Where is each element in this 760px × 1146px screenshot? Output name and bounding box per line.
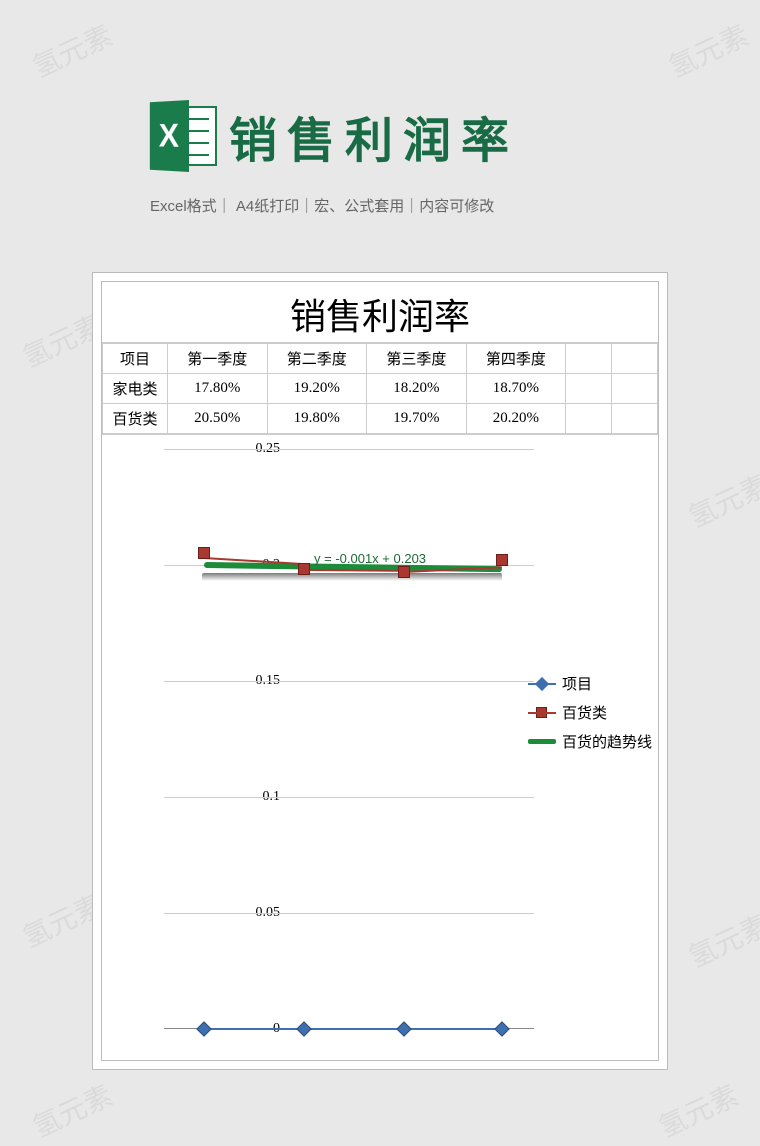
trend-equation: y = -0.001x + 0.203 xyxy=(314,551,426,566)
excel-icon: X xyxy=(145,100,217,172)
empty-cell xyxy=(612,344,658,374)
page-title: 销售利润率 xyxy=(229,101,519,171)
data-marker xyxy=(496,554,508,566)
empty-cell xyxy=(566,374,612,404)
col-header: 第一季度 xyxy=(168,344,268,374)
chart-legend: 项目 百货类 百货的趋势线 xyxy=(528,665,652,760)
series-line xyxy=(204,1028,502,1030)
page-header: X 销售利润率 xyxy=(145,100,519,172)
excel-icon-letter: X xyxy=(150,100,189,172)
data-marker xyxy=(296,1021,312,1037)
watermark: 氢元素 xyxy=(25,14,118,86)
legend-item: 项目 xyxy=(528,673,652,694)
cell: 20.50% xyxy=(168,404,268,434)
watermark: 氢元素 xyxy=(681,464,760,536)
watermark: 氢元素 xyxy=(681,904,760,976)
cell: 18.70% xyxy=(466,374,566,404)
watermark: 氢元素 xyxy=(661,14,754,86)
cell: 18.20% xyxy=(367,374,467,404)
cell: 19.70% xyxy=(367,404,467,434)
legend-label: 百货类 xyxy=(562,702,607,723)
empty-cell xyxy=(612,374,658,404)
page-subtitle: Excel格式｜ A4纸打印｜宏、公式套用｜内容可修改 xyxy=(150,195,494,216)
series-line xyxy=(304,569,404,572)
table-header-row: 项目 第一季度 第二季度 第三季度 第四季度 xyxy=(103,344,658,374)
col-header: 项目 xyxy=(103,344,168,374)
table-row: 家电类 17.80% 19.20% 18.20% 18.70% xyxy=(103,374,658,404)
legend-label: 项目 xyxy=(562,673,592,694)
chart: 0 0.05 0.1 0.15 0.2 0.25 xyxy=(102,434,658,1054)
data-marker xyxy=(196,1021,212,1037)
cell: 20.20% xyxy=(466,404,566,434)
empty-cell xyxy=(566,344,612,374)
sheet-title: 销售利润率 xyxy=(102,282,658,343)
empty-cell xyxy=(612,404,658,434)
col-header: 第二季度 xyxy=(267,344,367,374)
data-marker xyxy=(494,1021,510,1037)
col-header: 第三季度 xyxy=(367,344,467,374)
table-row: 百货类 20.50% 19.80% 19.70% 20.20% xyxy=(103,404,658,434)
data-marker xyxy=(298,563,310,575)
series-shadow xyxy=(202,573,502,581)
watermark: 氢元素 xyxy=(25,1074,118,1146)
watermark: 氢元素 xyxy=(651,1074,744,1146)
data-table: 项目 第一季度 第二季度 第三季度 第四季度 家电类 17.80% 19.20%… xyxy=(102,343,658,434)
line-icon xyxy=(528,739,556,744)
legend-item: 百货类 xyxy=(528,702,652,723)
legend-label: 百货的趋势线 xyxy=(562,731,652,752)
data-marker xyxy=(398,566,410,578)
data-marker xyxy=(198,547,210,559)
legend-item: 百货的趋势线 xyxy=(528,731,652,752)
plot-area: y = -0.001x + 0.203 xyxy=(164,449,534,1029)
diamond-icon xyxy=(535,676,549,690)
empty-cell xyxy=(566,404,612,434)
spreadsheet-preview: 销售利润率 项目 第一季度 第二季度 第三季度 第四季度 家电类 17.80% … xyxy=(92,272,668,1070)
cell: 19.20% xyxy=(267,374,367,404)
col-header: 第四季度 xyxy=(466,344,566,374)
row-label: 百货类 xyxy=(103,404,168,434)
data-marker xyxy=(396,1021,412,1037)
cell: 19.80% xyxy=(267,404,367,434)
cell: 17.80% xyxy=(168,374,268,404)
row-label: 家电类 xyxy=(103,374,168,404)
